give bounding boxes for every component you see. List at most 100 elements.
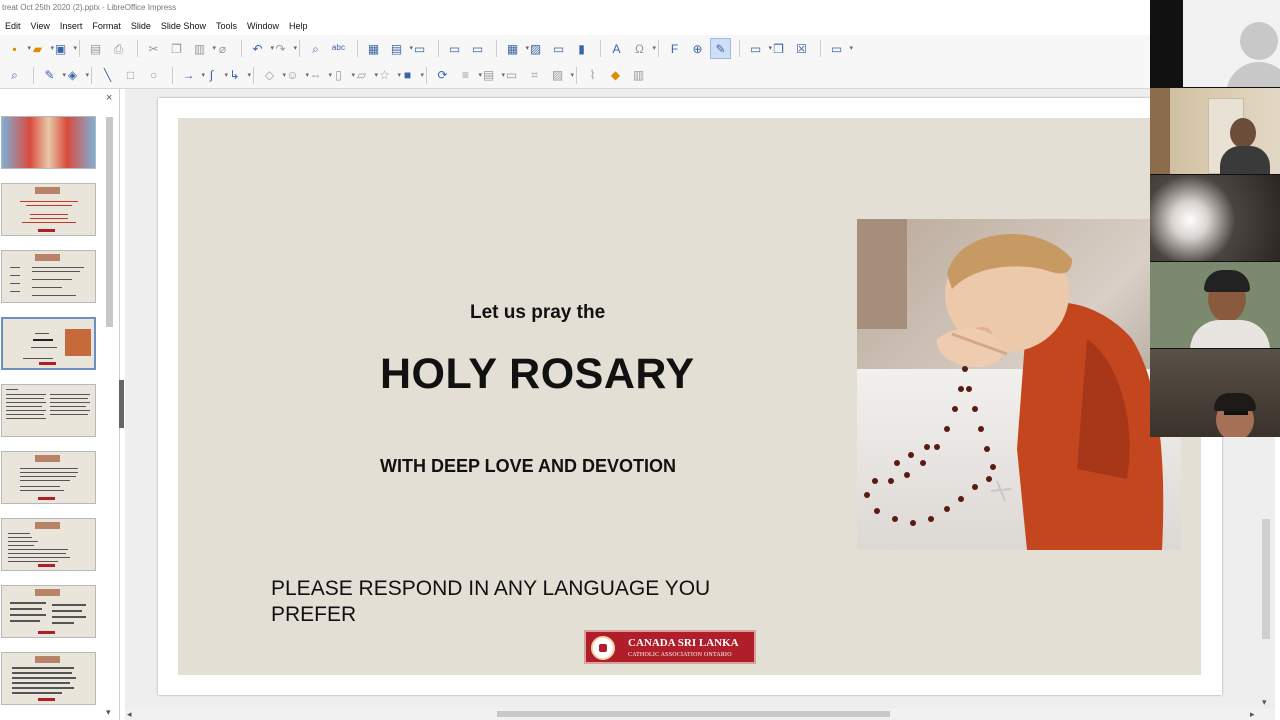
workspace-horizontal-scrollbar[interactable] bbox=[125, 708, 1275, 720]
slide-note[interactable]: PLEASE RESPOND IN ANY LANGUAGE YOU PREFE… bbox=[271, 576, 761, 628]
menu-slide-show[interactable]: Slide Show bbox=[156, 21, 211, 31]
menu-format[interactable]: Format bbox=[87, 21, 126, 31]
participant-tile-5[interactable] bbox=[1150, 349, 1280, 437]
toggle-extrusion-icon[interactable]: ▥ bbox=[628, 65, 649, 86]
open-icon[interactable]: ▰ bbox=[27, 38, 54, 59]
window-title: treat Oct 25th 2020 (2).pptx - LibreOffi… bbox=[0, 0, 1150, 17]
clone-formatting-icon[interactable]: ⌀ bbox=[212, 38, 233, 59]
rectangle-icon[interactable]: □ bbox=[120, 65, 141, 86]
menu-slide[interactable]: Slide bbox=[126, 21, 156, 31]
redo-icon[interactable]: ↷ bbox=[270, 38, 297, 59]
slide-title[interactable]: HOLY ROSARY bbox=[380, 350, 695, 399]
slide-thumbnail-1[interactable] bbox=[1, 116, 96, 169]
slide-thumbnail-7[interactable] bbox=[1, 518, 96, 571]
find-replace-icon[interactable]: ⌕ bbox=[305, 38, 326, 59]
points-icon[interactable]: ⌇ bbox=[582, 65, 603, 86]
participant-tile-2[interactable] bbox=[1150, 88, 1280, 174]
master-slide-icon[interactable]: ▭ bbox=[409, 38, 430, 59]
paste-icon[interactable]: ▥ bbox=[189, 38, 216, 59]
slide-thumbnail-2[interactable] bbox=[1, 183, 96, 236]
show-draw-functions-icon[interactable]: ✎ bbox=[710, 38, 731, 59]
menu-view[interactable]: View bbox=[26, 21, 55, 31]
slides-pane-scrollbar[interactable] bbox=[105, 111, 114, 711]
basic-shapes-icon[interactable]: ◇ bbox=[259, 65, 286, 86]
display-views-icon[interactable]: ▤ bbox=[386, 38, 413, 59]
avatar-placeholder-icon bbox=[1240, 22, 1278, 60]
chart-icon[interactable]: ▮ bbox=[571, 38, 592, 59]
undo-icon[interactable]: ↶ bbox=[247, 38, 274, 59]
participant-tile-4[interactable] bbox=[1150, 262, 1280, 348]
scroll-left-icon[interactable]: ◂ bbox=[127, 709, 132, 720]
fontwork-icon[interactable]: F bbox=[664, 38, 685, 59]
menu-tools[interactable]: Tools bbox=[211, 21, 242, 31]
flowchart-icon[interactable]: ▯ bbox=[328, 65, 355, 86]
slide-thumbnail-3[interactable] bbox=[1, 250, 96, 303]
filter-icon[interactable]: ▨ bbox=[547, 65, 574, 86]
spelling-icon[interactable]: ᵃᵇᶜ bbox=[328, 38, 349, 59]
cut-icon[interactable]: ✂ bbox=[143, 38, 164, 59]
slides-pane: × bbox=[0, 89, 120, 720]
export-pdf-icon[interactable]: ▤ bbox=[85, 38, 106, 59]
fill-color-icon[interactable]: ◈ bbox=[62, 65, 89, 86]
menu-window[interactable]: Window bbox=[242, 21, 284, 31]
libreoffice-impress-window: treat Oct 25th 2020 (2).pptx - LibreOffi… bbox=[0, 0, 1280, 720]
participant-tile-1[interactable] bbox=[1183, 0, 1280, 87]
delete-slide-icon[interactable]: ☒ bbox=[791, 38, 812, 59]
glue-points-icon[interactable]: ◆ bbox=[605, 65, 626, 86]
scroll-down-icon[interactable]: ▾ bbox=[1262, 697, 1267, 708]
shadow-icon[interactable]: ▭ bbox=[501, 65, 522, 86]
rotate-icon[interactable]: ⟳ bbox=[432, 65, 453, 86]
line-color-icon[interactable]: ✎ bbox=[39, 65, 66, 86]
align-icon[interactable]: ≡ bbox=[455, 65, 482, 86]
menu-help[interactable]: Help bbox=[284, 21, 313, 31]
close-icon[interactable]: × bbox=[106, 92, 112, 104]
zoom-icon[interactable]: ⌕ bbox=[4, 65, 25, 86]
image-icon[interactable]: ▨ bbox=[525, 38, 546, 59]
slide-subtitle[interactable]: WITH DEEP LOVE AND DEVOTION bbox=[380, 456, 676, 477]
logo-title: CANADA SRI LANKA bbox=[628, 637, 739, 649]
stars-icon[interactable]: ☆ bbox=[374, 65, 401, 86]
slide-thumbnail-8[interactable] bbox=[1, 585, 96, 638]
arrange-icon[interactable]: ▤ bbox=[478, 65, 505, 86]
special-character-icon[interactable]: Ω bbox=[629, 38, 656, 59]
menu-edit[interactable]: Edit bbox=[0, 21, 26, 31]
menu-bar: Edit View Insert Format Slide Slide Show… bbox=[0, 17, 1150, 35]
slide-layout-icon[interactable]: ▭ bbox=[826, 38, 853, 59]
start-first-icon[interactable]: ▭ bbox=[444, 38, 465, 59]
symbol-shapes-icon[interactable]: ☺ bbox=[282, 65, 309, 86]
arrow-icon[interactable]: → bbox=[178, 65, 206, 86]
slide-thumbnail-5[interactable] bbox=[1, 384, 96, 437]
3d-objects-icon[interactable]: ■ bbox=[397, 65, 424, 86]
print-icon[interactable]: ⎙ bbox=[108, 38, 129, 59]
participant-tile-3[interactable] bbox=[1150, 175, 1280, 261]
menu-insert[interactable]: Insert bbox=[55, 21, 88, 31]
connector-icon[interactable]: ↳ bbox=[224, 65, 251, 86]
scroll-right-icon[interactable]: ▸ bbox=[1250, 709, 1255, 720]
table-icon[interactable]: ▦ bbox=[502, 38, 529, 59]
praying-child-photo[interactable] bbox=[857, 219, 1181, 550]
slide-heading-small[interactable]: Let us pray the bbox=[470, 302, 605, 324]
textbox-icon[interactable]: A bbox=[606, 38, 627, 59]
copy-icon[interactable]: ❐ bbox=[166, 38, 187, 59]
media-icon[interactable]: ▭ bbox=[548, 38, 569, 59]
association-logo[interactable]: CANADA SRI LANKA CATHOLIC ASSOCIATION ON… bbox=[584, 630, 756, 664]
pane-collapse-handle[interactable] bbox=[119, 380, 124, 428]
pane-scroll-down-icon[interactable]: ▾ bbox=[106, 707, 111, 718]
new-slide-icon[interactable]: ▭ bbox=[745, 38, 772, 59]
block-arrows-icon[interactable]: ⇔ bbox=[305, 65, 333, 86]
curve-icon[interactable]: ∫ bbox=[201, 65, 228, 86]
callouts-icon[interactable]: ▱ bbox=[351, 65, 378, 86]
new-icon[interactable]: ▪ bbox=[4, 38, 31, 59]
duplicate-slide-icon[interactable]: ❐ bbox=[768, 38, 789, 59]
slide-thumbnail-4[interactable] bbox=[1, 317, 96, 370]
start-current-icon[interactable]: ▭ bbox=[467, 38, 488, 59]
save-icon[interactable]: ▣ bbox=[50, 38, 77, 59]
display-grid-icon[interactable]: ▦ bbox=[363, 38, 384, 59]
line-icon[interactable]: ╲ bbox=[97, 65, 118, 86]
ellipse-icon[interactable]: ○ bbox=[143, 65, 164, 86]
slide-thumbnail-6[interactable] bbox=[1, 451, 96, 504]
crop-icon[interactable]: ⌗ bbox=[524, 65, 545, 86]
hyperlink-icon[interactable]: ⊕ bbox=[687, 38, 708, 59]
slide-thumbnail-9[interactable] bbox=[1, 652, 96, 705]
logo-subtitle: CATHOLIC ASSOCIATION ONTARIO bbox=[628, 652, 732, 658]
